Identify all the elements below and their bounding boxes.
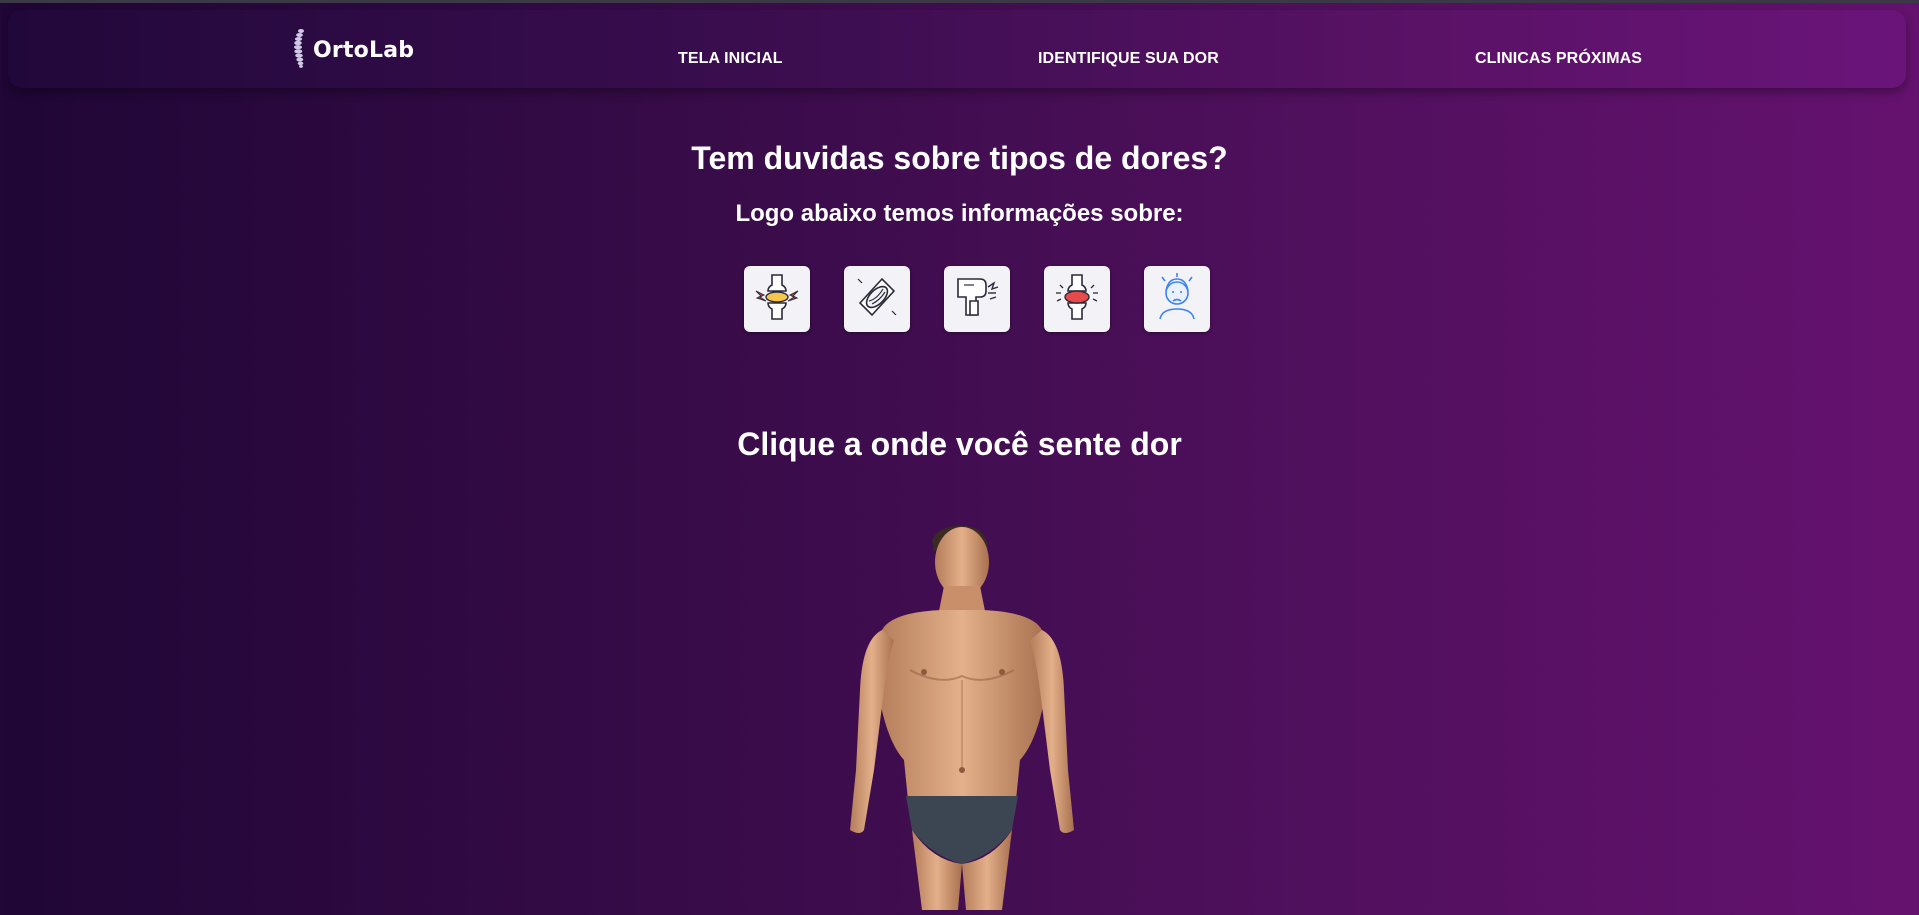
headache-icon [1152,271,1202,328]
navbar: OrtoLab TELA INICIAL IDENTIFIQUE SUA DOR… [8,10,1906,88]
pain-type-card-muscle[interactable] [844,266,910,332]
window-top-edge [0,0,1919,3]
click-body-heading: Clique a onde você sente dor [737,426,1182,462]
page-title: Tem duvidas sobre tipos de dores? [691,140,1228,176]
pain-type-card-knee[interactable] [1044,266,1110,332]
right-arm-region [1030,630,1074,833]
pain-type-card-fracture[interactable] [944,266,1010,332]
joint-pain-icon [752,271,802,328]
knee-inflammation-icon [1052,271,1102,328]
nav-clinicas-proximas[interactable]: CLINICAS PRÓXIMAS [1475,50,1642,68]
left-arm-region [850,630,894,833]
nav-tela-inicial[interactable]: TELA INICIAL [678,50,783,68]
muscle-pain-icon [852,271,902,328]
nav-identifique-sua-dor[interactable]: IDENTIFIQUE SUA DOR [1038,50,1219,68]
page-subtitle: Logo abaixo temos informações sobre: [735,200,1184,227]
logo[interactable]: OrtoLab [291,28,415,73]
brand-name: OrtoLab [313,37,415,63]
pain-type-card-headache[interactable] [1144,266,1210,332]
pain-type-card-joint[interactable] [744,266,810,332]
bone-fracture-icon [952,271,1002,328]
spine-icon [291,28,307,73]
human-body-map[interactable] [840,520,1090,910]
